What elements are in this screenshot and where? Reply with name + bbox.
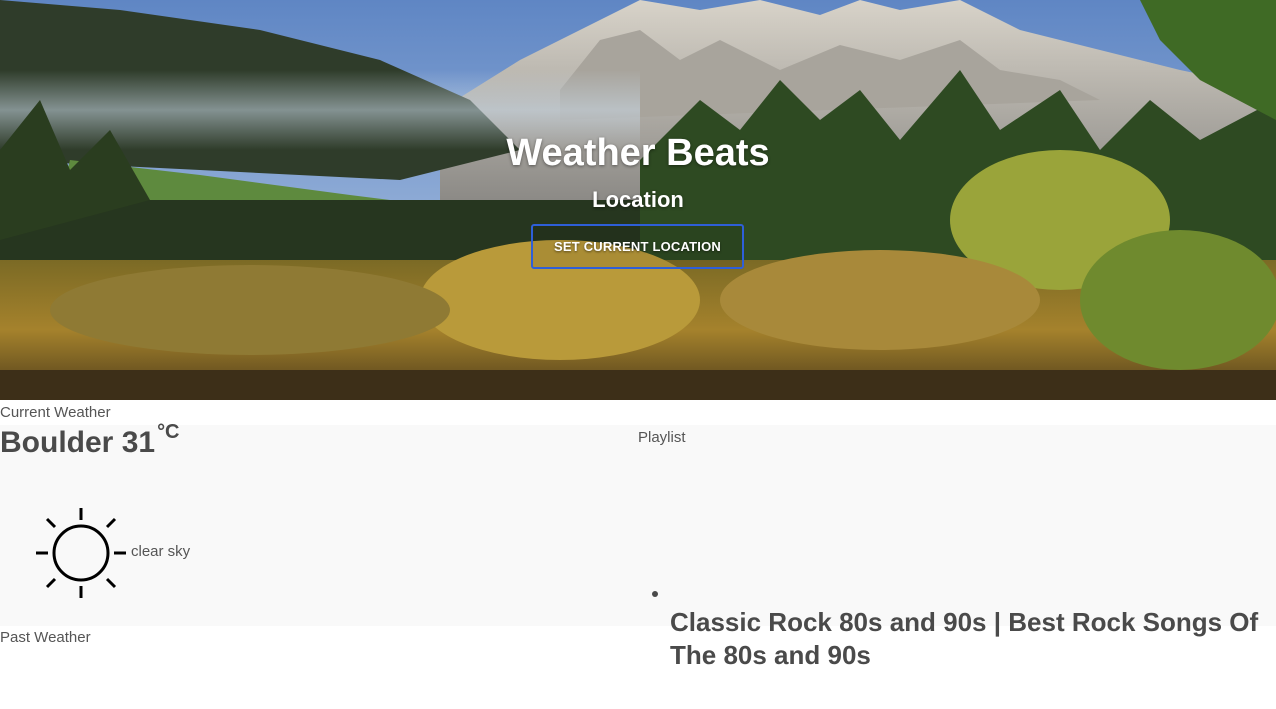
current-weather-label: Current Weather [0,404,111,421]
page: Weather Beats Location SET CURRENT LOCAT… [0,0,1276,709]
set-current-location-button[interactable]: SET CURRENT LOCATION [531,224,744,269]
list-bullet [652,591,658,597]
weather-description: clear sky [131,543,191,560]
current-weather-heading: Boulder 31 °C [0,421,180,460]
location-heading: Location [592,187,684,212]
content-panel [0,425,1276,626]
sun-icon [36,508,126,598]
hero-content: Weather Beats Location SET CURRENT LOCAT… [0,0,1276,400]
city-name: Boulder [0,426,114,459]
playlist-item-title[interactable]: Classic Rock 80s and 90s | Best Rock Son… [670,606,1270,672]
playlist-label: Playlist [638,429,686,446]
past-weather-label: Past Weather [0,629,91,646]
app-title: Weather Beats [506,132,770,174]
temperature-value: 31 [121,426,156,459]
temperature-unit: °C [157,421,180,443]
hero-banner: Weather Beats Location SET CURRENT LOCAT… [0,0,1276,400]
